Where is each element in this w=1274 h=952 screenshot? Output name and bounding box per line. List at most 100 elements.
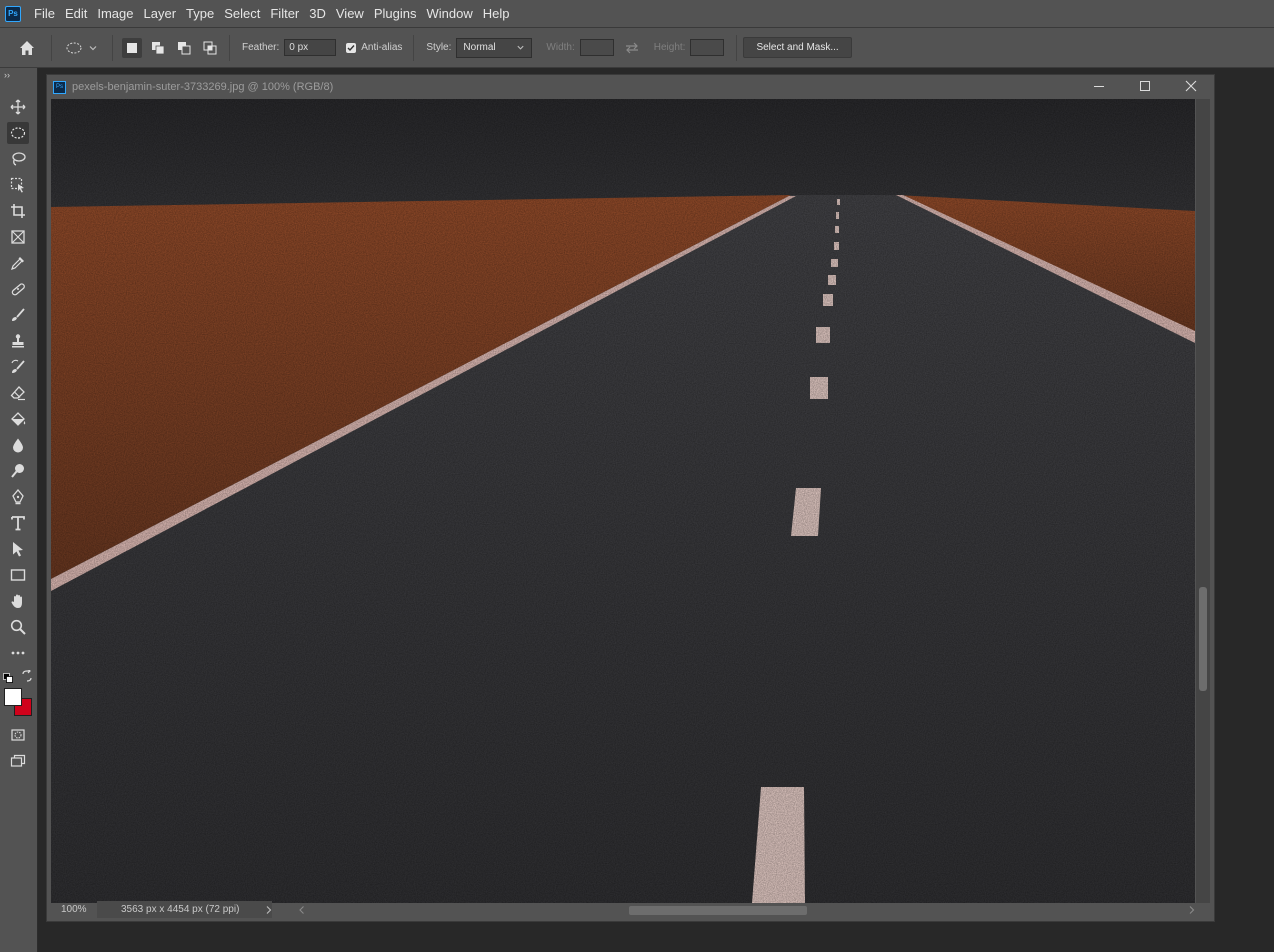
elliptical-marquee-tool[interactable] — [7, 122, 29, 144]
document-info[interactable]: 3563 px x 4454 px (72 ppi) — [97, 901, 272, 918]
checkmark-icon — [347, 44, 355, 51]
height-input[interactable] — [690, 39, 725, 56]
minimize-button[interactable] — [1076, 75, 1122, 97]
feather-label: Feather: — [242, 42, 280, 53]
horizontal-scrollbar[interactable] — [291, 904, 1195, 916]
ps-logo-icon[interactable]: Ps — [5, 5, 21, 22]
antialias-checkbox[interactable] — [346, 42, 357, 53]
tools-panel: ›› — [0, 68, 38, 952]
eyedropper-icon — [11, 257, 24, 270]
paint-bucket-tool[interactable] — [7, 408, 29, 430]
bandage-icon — [11, 283, 25, 296]
object-selection-tool[interactable] — [7, 174, 29, 196]
eraser-tool[interactable] — [7, 382, 29, 404]
menu-type[interactable]: Type — [183, 6, 221, 21]
home-icon — [20, 40, 34, 55]
intersect-selection-icon — [203, 41, 217, 54]
menu-select[interactable]: Select — [221, 6, 267, 21]
add-to-selection-button[interactable] — [148, 38, 168, 58]
frame-icon — [11, 230, 25, 244]
maximize-button[interactable] — [1122, 75, 1168, 97]
default-colors-button[interactable] — [3, 670, 13, 683]
maximize-icon — [1140, 81, 1150, 91]
ellipse-marquee-icon — [10, 127, 26, 139]
swap-colors-button[interactable] — [21, 668, 33, 682]
menu-3d[interactable]: 3D — [306, 6, 333, 21]
select-and-mask-button[interactable]: Select and Mask... — [743, 37, 852, 58]
crop-tool[interactable] — [7, 200, 29, 222]
chevron-left-icon[interactable] — [297, 905, 307, 915]
menu-help[interactable]: Help — [480, 6, 517, 21]
healing-brush-tool[interactable] — [7, 278, 29, 300]
stamp-icon — [12, 334, 24, 348]
hand-tool[interactable] — [7, 590, 29, 612]
blur-tool[interactable] — [7, 434, 29, 456]
clone-stamp-tool[interactable] — [7, 330, 29, 352]
feather-input[interactable]: 0 px — [284, 39, 337, 56]
window-controls — [1076, 75, 1214, 99]
subtract-selection-icon — [178, 41, 191, 54]
menu-window[interactable]: Window — [423, 6, 479, 21]
menu-image[interactable]: Image — [94, 6, 140, 21]
brush-tool[interactable] — [7, 304, 29, 326]
horizontal-scroll-thumb[interactable] — [629, 906, 807, 915]
type-icon — [11, 516, 25, 531]
menu-layer[interactable]: Layer — [141, 6, 184, 21]
style-select[interactable]: Normal — [456, 37, 533, 58]
path-selection-tool[interactable] — [7, 538, 29, 560]
chevron-down-icon — [517, 45, 524, 50]
object-selection-icon — [10, 177, 24, 193]
quick-mask-button[interactable] — [7, 724, 29, 746]
menu-bar: Ps File Edit Image Layer Type Select Fil… — [0, 0, 1274, 28]
tool-preset-picker[interactable] — [66, 41, 106, 55]
eyedropper-tool[interactable] — [7, 252, 29, 274]
screen-mode-button[interactable] — [7, 750, 29, 772]
subtract-from-selection-button[interactable] — [174, 38, 194, 58]
close-button[interactable] — [1168, 75, 1214, 97]
document-tab[interactable]: Ps pexels-benjamin-suter-3733269.jpg @ 1… — [47, 75, 1214, 99]
road-photo — [51, 99, 1195, 903]
separator — [413, 34, 415, 61]
history-brush-icon — [11, 359, 25, 373]
dodge-tool[interactable] — [7, 460, 29, 482]
menu-view[interactable]: View — [333, 6, 371, 21]
document-canvas[interactable] — [51, 99, 1195, 903]
lasso-tool[interactable] — [7, 148, 29, 170]
home-button[interactable] — [9, 33, 45, 63]
collapse-panel-button[interactable]: ›› — [4, 70, 10, 80]
new-selection-button[interactable] — [122, 37, 142, 58]
menu-file[interactable]: File — [31, 6, 62, 21]
width-input[interactable] — [579, 39, 614, 56]
menu-edit[interactable]: Edit — [62, 6, 94, 21]
separator — [51, 34, 52, 61]
intersect-selection-button[interactable] — [200, 38, 220, 58]
vertical-scrollbar[interactable] — [1196, 99, 1210, 903]
menu-plugins[interactable]: Plugins — [371, 6, 424, 21]
pen-tool[interactable] — [7, 486, 29, 508]
close-icon — [1185, 80, 1197, 92]
chevron-down-icon — [89, 45, 97, 50]
chevron-right-icon[interactable] — [264, 905, 274, 915]
swap-dimensions-button[interactable] — [614, 42, 650, 54]
rectangle-tool[interactable] — [7, 564, 29, 586]
menu-filter[interactable]: Filter — [267, 6, 306, 21]
pen-icon — [12, 489, 24, 505]
separator — [229, 34, 230, 61]
photoshop-app: Ps File Edit Image Layer Type Select Fil… — [0, 0, 1274, 952]
history-brush-tool[interactable] — [7, 356, 29, 378]
edit-toolbar[interactable] — [7, 642, 29, 664]
zoom-tool[interactable] — [7, 616, 29, 638]
rectangle-icon — [10, 569, 26, 581]
move-tool[interactable] — [7, 96, 29, 118]
style-label: Style: — [426, 42, 452, 53]
foreground-color-swatch[interactable] — [4, 688, 22, 706]
chevron-right-icon[interactable] — [1187, 905, 1197, 915]
height-label: Height: — [653, 42, 686, 53]
swap-colors-icon — [22, 668, 32, 682]
vertical-scroll-thumb[interactable] — [1199, 587, 1207, 691]
type-tool[interactable] — [7, 512, 29, 534]
brush-icon — [12, 308, 25, 321]
frame-tool[interactable] — [7, 226, 29, 248]
zoom-level-field[interactable]: 100% — [51, 904, 97, 915]
more-icon — [11, 651, 25, 655]
